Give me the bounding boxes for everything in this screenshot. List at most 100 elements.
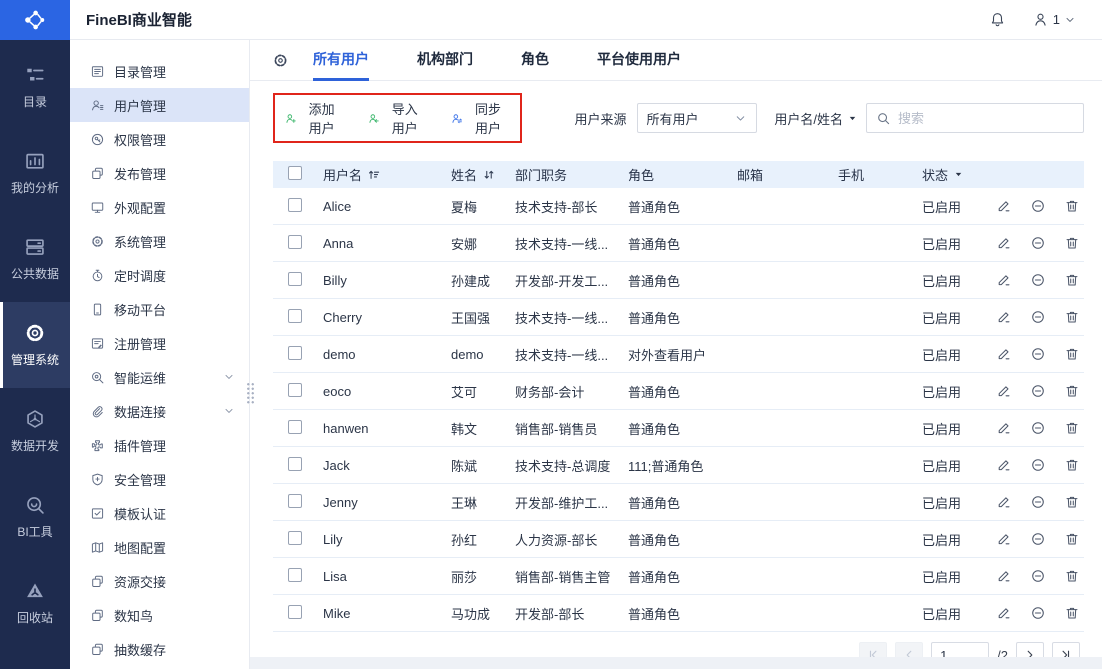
edit-icon	[996, 309, 1012, 325]
rail-item-public-data[interactable]: 公共数据	[0, 216, 70, 302]
delete-button[interactable]	[1064, 346, 1080, 362]
disable-button[interactable]	[1030, 605, 1046, 621]
row-checkbox[interactable]	[288, 604, 302, 619]
app-logo[interactable]	[0, 0, 70, 40]
disable-button[interactable]	[1030, 309, 1046, 325]
rail-item-admin-system[interactable]: 管理系统	[0, 302, 70, 388]
sidebar-item-mobile-platform[interactable]: 移动平台	[70, 292, 249, 326]
row-name: 马功成	[451, 606, 491, 622]
sidebar-item-appearance-config[interactable]: 外观配置	[70, 190, 249, 224]
sidebar-item-publish-mgmt[interactable]: 发布管理	[70, 156, 249, 190]
notifications-button[interactable]	[989, 11, 1006, 28]
sidebar-item-label: 安全管理	[114, 472, 167, 488]
disable-button[interactable]	[1030, 272, 1046, 288]
sidebar-item-catalog-mgmt[interactable]: 目录管理	[70, 54, 249, 88]
edit-button[interactable]	[996, 568, 1012, 584]
rail-item-recycle-bin[interactable]: 回收站	[0, 560, 70, 646]
sidebar-item-plugin-mgmt[interactable]: 插件管理	[70, 428, 249, 462]
user-source-select[interactable]: 所有用户	[636, 103, 758, 133]
edit-button[interactable]	[996, 383, 1012, 399]
row-checkbox[interactable]	[288, 567, 302, 582]
delete-button[interactable]	[1064, 568, 1080, 584]
add-user-button[interactable]: 添加用户	[285, 99, 340, 137]
sidebar-item-template-cert[interactable]: 模板认证	[70, 496, 249, 530]
row-checkbox[interactable]	[288, 456, 302, 471]
sidebar-item-extract-cache[interactable]: 抽数缓存	[70, 632, 249, 666]
row-name: 安娜	[451, 236, 478, 252]
search-field-selector[interactable]: 用户名/姓名	[774, 109, 858, 128]
edit-button[interactable]	[996, 198, 1012, 214]
edit-button[interactable]	[996, 420, 1012, 436]
search-input[interactable]	[898, 110, 1074, 126]
column-label: 部门职务	[515, 168, 568, 183]
rail-item-catalog[interactable]: 目录	[0, 44, 70, 130]
edit-button[interactable]	[996, 309, 1012, 325]
disable-button[interactable]	[1030, 198, 1046, 214]
row-checkbox[interactable]	[288, 419, 302, 434]
disable-button[interactable]	[1030, 420, 1046, 436]
tab-platform-users[interactable]: 平台使用用户	[597, 40, 681, 81]
delete-button[interactable]	[1064, 494, 1080, 510]
sidebar-item-map-config[interactable]: 地图配置	[70, 530, 249, 564]
sidebar-item-system-mgmt[interactable]: 系统管理	[70, 224, 249, 258]
row-checkbox[interactable]	[288, 234, 302, 249]
row-checkbox[interactable]	[288, 530, 302, 545]
sidebar-item-register-mgmt[interactable]: 注册管理	[70, 326, 249, 360]
delete-button[interactable]	[1064, 605, 1080, 621]
sidebar-item-intelligent-ops[interactable]: 智能运维	[70, 360, 249, 394]
row-checkbox[interactable]	[288, 308, 302, 323]
edit-button[interactable]	[996, 494, 1012, 510]
disable-button[interactable]	[1030, 383, 1046, 399]
sync-user-button[interactable]: 同步用户	[451, 99, 506, 137]
delete-button[interactable]	[1064, 531, 1080, 547]
rail-item-my-analysis[interactable]: 我的分析	[0, 130, 70, 216]
disable-button[interactable]	[1030, 346, 1046, 362]
row-checkbox[interactable]	[288, 382, 302, 397]
row-checkbox[interactable]	[288, 345, 302, 360]
rail-item-bi-tools[interactable]: BI工具	[0, 474, 70, 560]
edit-button[interactable]	[996, 457, 1012, 473]
column-header-username[interactable]: 用户名	[315, 165, 443, 184]
tab-settings-button[interactable]	[272, 52, 289, 69]
column-header-name[interactable]: 姓名	[443, 165, 507, 184]
import-user-button[interactable]: 导入用户	[368, 99, 423, 137]
delete-button[interactable]	[1064, 309, 1080, 325]
row-checkbox[interactable]	[288, 197, 302, 212]
delete-button[interactable]	[1064, 420, 1080, 436]
sidebar-item-resource-handover[interactable]: 资源交接	[70, 564, 249, 598]
edit-button[interactable]	[996, 531, 1012, 547]
user-menu[interactable]: 1	[1032, 11, 1076, 28]
edit-button[interactable]	[996, 272, 1012, 288]
sidebar-item-label: 定时调度	[114, 268, 167, 284]
disable-button[interactable]	[1030, 457, 1046, 473]
edit-button[interactable]	[996, 605, 1012, 621]
edit-button[interactable]	[996, 346, 1012, 362]
sidebar-item-schedule[interactable]: 定时调度	[70, 258, 249, 292]
tab-roles[interactable]: 角色	[521, 40, 549, 81]
delete-button[interactable]	[1064, 383, 1080, 399]
edit-button[interactable]	[996, 235, 1012, 251]
row-checkbox[interactable]	[288, 493, 302, 508]
sidebar-item-shuzhiniao[interactable]: 数知鸟	[70, 598, 249, 632]
sidebar-item-data-connection[interactable]: 数据连接	[70, 394, 249, 428]
sidebar-item-security-mgmt[interactable]: 安全管理	[70, 462, 249, 496]
delete-button[interactable]	[1064, 235, 1080, 251]
sidebar-resize-handle[interactable]	[246, 382, 255, 404]
tab-org-dept[interactable]: 机构部门	[417, 40, 473, 81]
disable-button[interactable]	[1030, 235, 1046, 251]
disable-button[interactable]	[1030, 568, 1046, 584]
select-all-checkbox[interactable]	[288, 166, 302, 180]
data-connection-icon	[90, 404, 105, 419]
sidebar-item-perm-mgmt[interactable]: 权限管理	[70, 122, 249, 156]
disable-button[interactable]	[1030, 531, 1046, 547]
column-header-status[interactable]: 状态	[914, 165, 978, 184]
delete-button[interactable]	[1064, 198, 1080, 214]
rail-item-data-dev[interactable]: 数据开发	[0, 388, 70, 474]
row-checkbox[interactable]	[288, 271, 302, 286]
delete-button[interactable]	[1064, 272, 1080, 288]
delete-button[interactable]	[1064, 457, 1080, 473]
tab-all-users[interactable]: 所有用户	[313, 40, 369, 81]
sidebar-item-user-mgmt[interactable]: 用户管理	[70, 88, 249, 122]
disable-button[interactable]	[1030, 494, 1046, 510]
publish-mgmt-icon	[90, 166, 105, 181]
